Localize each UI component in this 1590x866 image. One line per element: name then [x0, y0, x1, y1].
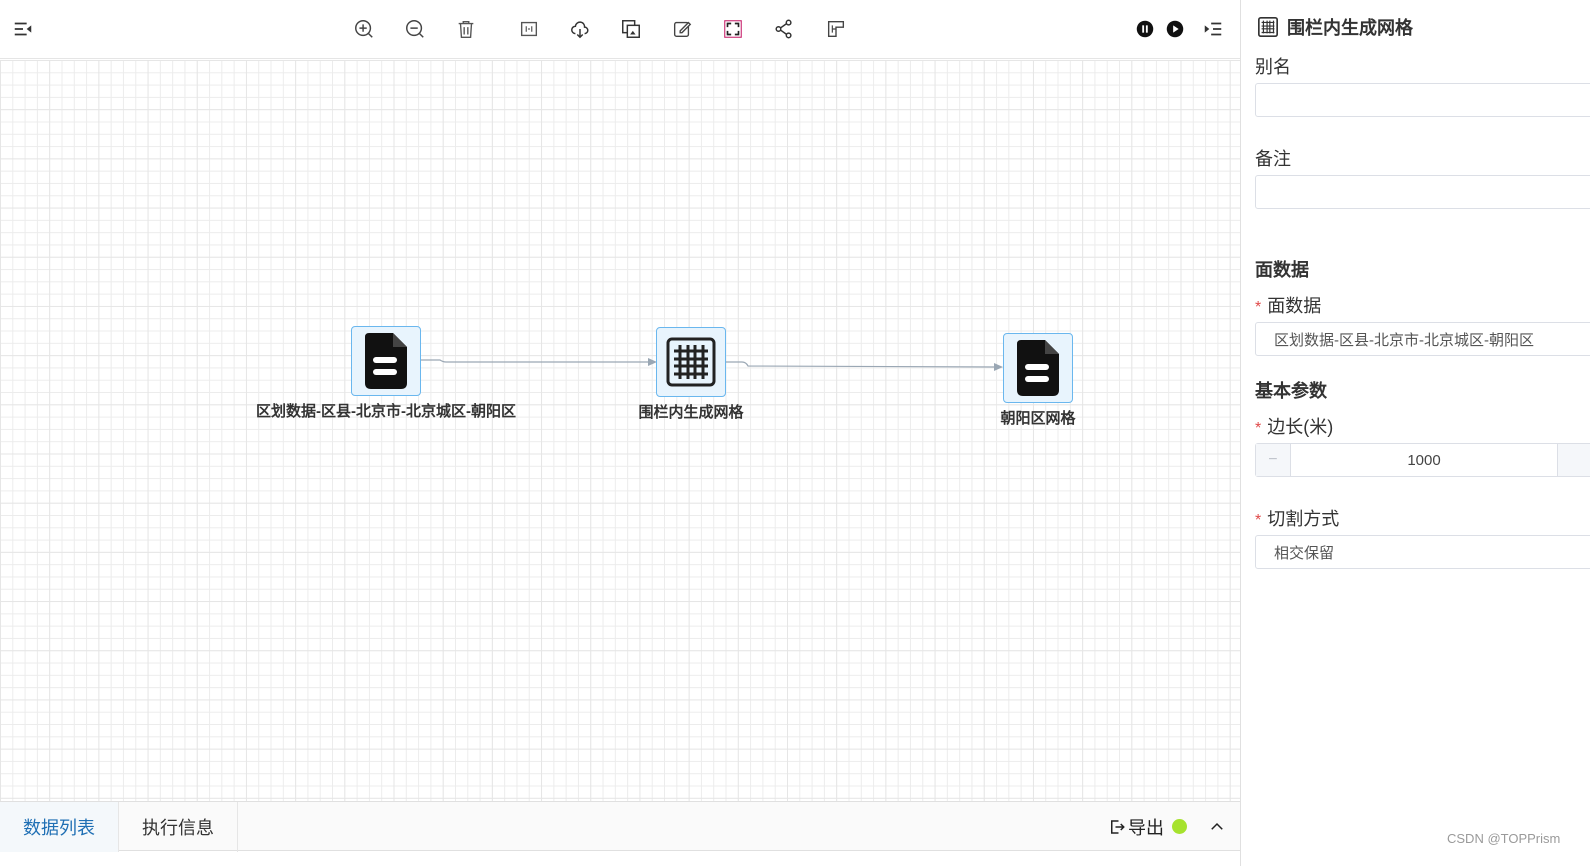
cut-mode-select[interactable]: 相交保留 — [1255, 535, 1590, 569]
document-icon — [365, 333, 407, 389]
side-length-stepper: − 1000 — [1255, 443, 1590, 477]
properties-panel: 围栏内生成网格 别名 备注 面数据 * 面数据 区划数据-区县-北京市-北京城区-… — [1240, 0, 1590, 866]
flow-node-grid[interactable]: 围栏内生成网格 — [591, 327, 791, 422]
tab-execution-info[interactable]: 执行信息 — [119, 802, 238, 852]
node-box[interactable] — [1003, 333, 1073, 403]
grid-icon — [666, 337, 716, 387]
status-indicator — [1172, 819, 1187, 834]
flow-edges — [421, 358, 1003, 371]
alias-label: 别名 — [1255, 57, 1291, 77]
required-mark: * — [1255, 299, 1262, 316]
decrement-button[interactable]: − — [1256, 444, 1291, 476]
zoom-in-icon[interactable] — [351, 16, 377, 42]
node-label: 区划数据-区县-北京市-北京城区-朝阳区 — [256, 403, 516, 420]
export-button[interactable]: 导出 — [1108, 802, 1164, 852]
edit-icon[interactable] — [669, 16, 695, 42]
watermark: CSDN @TOPPrism — [1447, 831, 1561, 846]
export-label: 导出 — [1128, 818, 1164, 838]
app-window: 区划数据-区县-北京市-北京城区-朝阳区 围栏内生成网格 朝阳区网格 数据列表 … — [0, 0, 1590, 866]
section-basic-title: 基本参数 — [1255, 381, 1327, 401]
fullscreen-icon[interactable] — [720, 16, 746, 42]
cut-mode-label-text: 切割方式 — [1267, 509, 1340, 529]
cut-mode-label: * 切割方式 — [1255, 505, 1339, 531]
node-box[interactable] — [656, 327, 726, 397]
grid-icon — [1258, 17, 1278, 37]
side-length-label-text: 边长(米) — [1267, 417, 1334, 437]
surface-select[interactable]: 区划数据-区县-北京市-北京城区-朝阳区 — [1255, 322, 1590, 356]
bottom-panel: 数据列表 执行信息 导出 — [0, 801, 1240, 852]
share-icon[interactable] — [771, 16, 797, 42]
remark-field[interactable] — [1255, 175, 1590, 209]
panel-title: 围栏内生成网格 — [1287, 18, 1413, 38]
section-surface-title: 面数据 — [1255, 260, 1309, 280]
flow-node-source[interactable]: 区划数据-区县-北京市-北京城区-朝阳区 — [250, 326, 522, 421]
document-icon — [1017, 340, 1059, 396]
surface-label-text: 面数据 — [1267, 296, 1322, 316]
alias-field[interactable] — [1255, 83, 1590, 117]
remark-label: 备注 — [1255, 149, 1291, 169]
export-icon — [1111, 820, 1125, 834]
pause-icon[interactable] — [1132, 16, 1158, 42]
zoom-out-icon[interactable] — [402, 16, 428, 42]
required-mark: * — [1255, 420, 1262, 437]
increment-button[interactable] — [1557, 444, 1590, 476]
expand-menu-icon[interactable] — [1200, 16, 1226, 42]
node-label: 朝阳区网格 — [1000, 410, 1076, 427]
fit-icon[interactable] — [516, 16, 542, 42]
cloud-download-icon[interactable] — [567, 16, 593, 42]
required-mark: * — [1255, 512, 1262, 529]
node-label: 围栏内生成网格 — [638, 404, 744, 421]
toolbar — [0, 0, 1240, 59]
layers-icon[interactable] — [618, 16, 644, 42]
tab-data-list[interactable]: 数据列表 — [0, 802, 119, 852]
side-length-label: * 边长(米) — [1255, 413, 1333, 439]
play-icon[interactable] — [1162, 16, 1188, 42]
collapse-menu-icon[interactable] — [10, 16, 36, 42]
flow-canvas[interactable]: 区划数据-区县-北京市-北京城区-朝阳区 围栏内生成网格 朝阳区网格 — [0, 60, 1240, 801]
chevron-up-icon[interactable] — [1203, 813, 1231, 841]
surface-label: * 面数据 — [1255, 292, 1321, 318]
node-box[interactable] — [351, 326, 421, 396]
delete-icon[interactable] — [453, 16, 479, 42]
layout-icon[interactable] — [823, 16, 849, 42]
flow-node-output[interactable]: 朝阳区网格 — [988, 333, 1088, 428]
panel-header: 围栏内生成网格 — [1257, 14, 1413, 40]
side-length-input[interactable]: 1000 — [1291, 444, 1557, 476]
